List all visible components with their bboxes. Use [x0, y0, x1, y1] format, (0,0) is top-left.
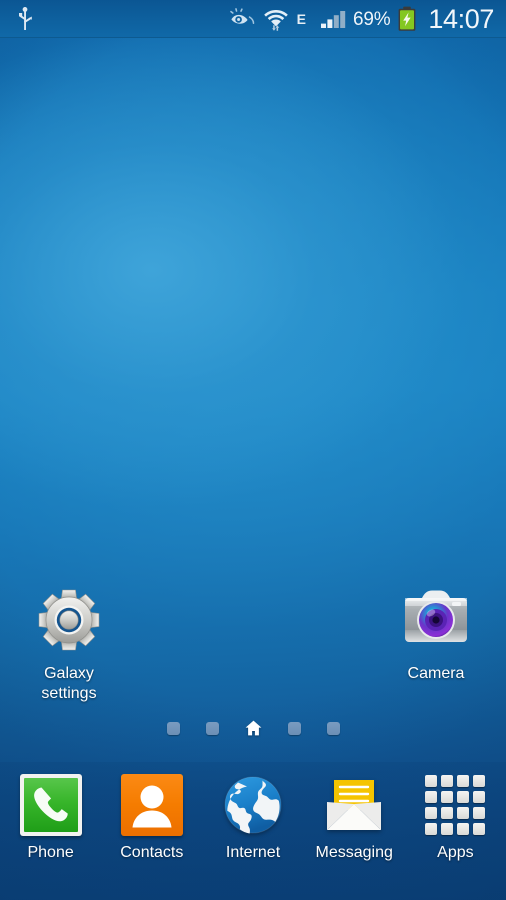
camera-icon [400, 584, 472, 656]
apps-grid-cell [457, 807, 470, 819]
status-bar-right-icons: E 69% 14:07 [229, 3, 506, 34]
apps-grid-cell [473, 807, 486, 819]
dock-item-messaging[interactable]: Messaging [304, 774, 405, 862]
clock: 14:07 [428, 3, 494, 34]
apps-grid-cell [441, 807, 454, 819]
battery-percent-label: 69% [352, 8, 391, 30]
apps-grid-cell [473, 791, 486, 803]
apps-grid-cell [457, 823, 470, 835]
apps-grid-cell [473, 823, 486, 835]
wifi-icon [263, 6, 289, 32]
globe-icon [222, 774, 284, 836]
battery-icon [397, 6, 417, 32]
apps-grid-cell [441, 823, 454, 835]
status-bar-left-icons [0, 7, 34, 31]
page-dot-5[interactable] [326, 721, 340, 735]
dock-item-label: Internet [225, 844, 281, 861]
gear-icon [33, 584, 105, 656]
page-dot-home-icon[interactable] [245, 720, 262, 736]
dock-item-contacts[interactable]: Contacts [101, 774, 202, 862]
apps-grid-cell [441, 775, 454, 787]
dock-item-internet[interactable]: Internet [202, 774, 303, 862]
usb-icon [16, 7, 34, 31]
status-bar[interactable]: E 69% 14:07 [0, 0, 506, 38]
apps-grid-cell [425, 807, 438, 819]
apps-grid-cell [457, 791, 470, 803]
apps-grid-cell [441, 791, 454, 803]
apps-grid-cell [425, 823, 438, 835]
dock-item-phone[interactable]: Phone [0, 774, 101, 862]
smart-stay-eye-icon [229, 8, 256, 30]
home-icon-camera[interactable]: Camera [381, 584, 491, 684]
network-type-label: E [296, 11, 306, 27]
person-icon [120, 774, 183, 836]
dock-item-label: Contacts [120, 844, 184, 861]
page-dot-4[interactable] [287, 721, 301, 735]
apps-grid-cell [425, 791, 438, 803]
cellular-signal-icon [320, 8, 346, 30]
page-indicator[interactable] [0, 720, 506, 736]
page-dot-1[interactable] [166, 721, 180, 735]
dock-item-label: Apps [437, 844, 474, 861]
home-screen: E 69% 14:07 Galaxy settings Camera Phone… [0, 0, 506, 900]
dock-item-apps[interactable]: Apps [405, 774, 506, 862]
home-icon-galaxy-settings[interactable]: Galaxy settings [14, 584, 124, 704]
apps-grid-cell [425, 775, 438, 787]
apps-grid-icon [424, 774, 486, 836]
envelope-icon [323, 774, 385, 836]
phone-handset-icon [19, 774, 82, 836]
dock-item-label: Messaging [315, 844, 393, 861]
apps-grid-cell [473, 775, 486, 787]
dock: Phone Contacts Internet Messaging Apps [0, 762, 506, 900]
apps-grid-cell [457, 775, 470, 787]
home-icon-label: Galaxy settings [41, 665, 97, 702]
dock-item-label: Phone [27, 844, 74, 861]
home-icon-label: Camera [407, 665, 465, 682]
page-dot-2[interactable] [205, 721, 219, 735]
